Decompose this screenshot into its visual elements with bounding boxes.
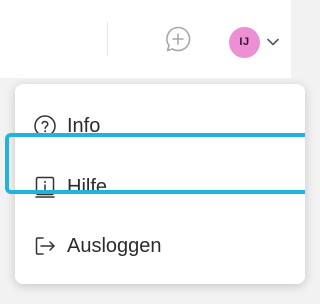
menu-item-hilfe[interactable]: Hilfe [15,157,305,217]
question-circle-icon [33,114,57,138]
logout-arrow-icon [33,234,57,258]
new-chat-button[interactable] [160,23,196,59]
toolbar-divider [107,22,108,56]
account-dropdown-menu: Info Hilfe Ausloggen [15,84,305,284]
avatar: IJ [229,26,260,58]
menu-item-label: Info [67,114,101,137]
top-bar: IJ [0,0,291,78]
menu-item-label: Hilfe [67,175,108,198]
chat-add-icon [163,24,193,59]
menu-item-label: Ausloggen [67,234,162,257]
account-menu-button[interactable]: IJ [229,25,279,59]
chevron-down-icon [267,38,279,46]
menu-item-ausloggen[interactable]: Ausloggen [15,216,305,276]
menu-item-info[interactable]: Info [15,96,305,156]
info-square-icon [33,175,57,199]
